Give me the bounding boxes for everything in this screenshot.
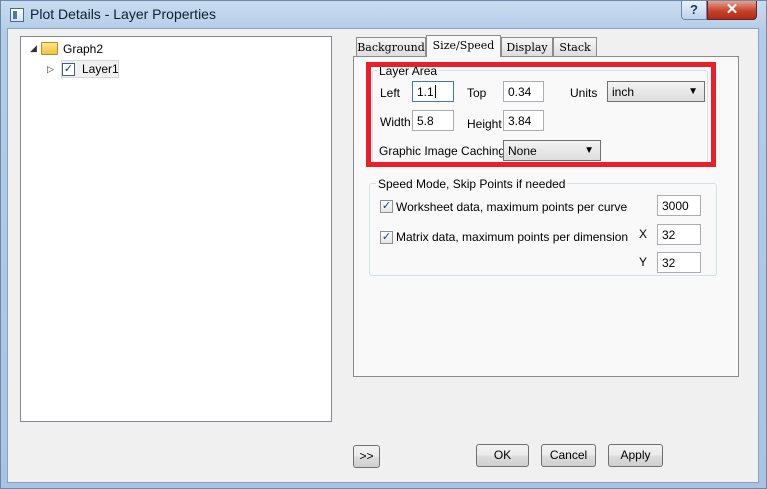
- worksheet-data-label[interactable]: Worksheet data, maximum points per curve: [396, 200, 627, 214]
- matrix-data-checkbox[interactable]: ✓: [380, 231, 393, 244]
- app-icon: [10, 8, 24, 22]
- tree-expand-icon[interactable]: ▷: [47, 64, 54, 75]
- worksheet-max-points-input[interactable]: 3000: [657, 195, 701, 216]
- tree-collapse-icon[interactable]: ◢: [30, 43, 37, 54]
- matrix-y-input[interactable]: 32: [657, 252, 701, 273]
- cancel-button[interactable]: Cancel: [541, 444, 596, 467]
- matrix-x-input[interactable]: 32: [657, 224, 701, 245]
- tab-stack[interactable]: Stack: [553, 37, 597, 57]
- folder-icon: [41, 42, 58, 55]
- window-title: Plot Details - Layer Properties: [30, 6, 216, 22]
- tree-item-graph2[interactable]: Graph2: [63, 42, 103, 56]
- matrix-x-label: X: [639, 227, 648, 241]
- tab-size-speed[interactable]: Size/Speed: [426, 35, 501, 57]
- matrix-data-label[interactable]: Matrix data, maximum points per dimensio…: [396, 230, 628, 244]
- tab-display[interactable]: Display: [501, 37, 553, 57]
- tab-background[interactable]: Background: [356, 37, 426, 57]
- ok-button[interactable]: OK: [476, 444, 529, 467]
- layer-tree[interactable]: [20, 36, 332, 422]
- worksheet-data-checkbox[interactable]: ✓: [380, 200, 393, 213]
- layer1-checkbox[interactable]: ✓: [62, 63, 75, 76]
- help-button[interactable]: ?: [681, 1, 707, 20]
- red-highlight-box: [366, 62, 716, 167]
- speed-mode-legend: Speed Mode, Skip Points if needed: [376, 177, 568, 191]
- title-bar[interactable]: Plot Details - Layer Properties ? ✕: [1, 1, 766, 29]
- more-button[interactable]: >>: [353, 445, 380, 468]
- close-button[interactable]: ✕: [707, 1, 757, 20]
- tree-item-layer1[interactable]: Layer1: [82, 62, 119, 76]
- apply-button[interactable]: Apply: [608, 444, 663, 467]
- matrix-y-label: Y: [639, 255, 648, 269]
